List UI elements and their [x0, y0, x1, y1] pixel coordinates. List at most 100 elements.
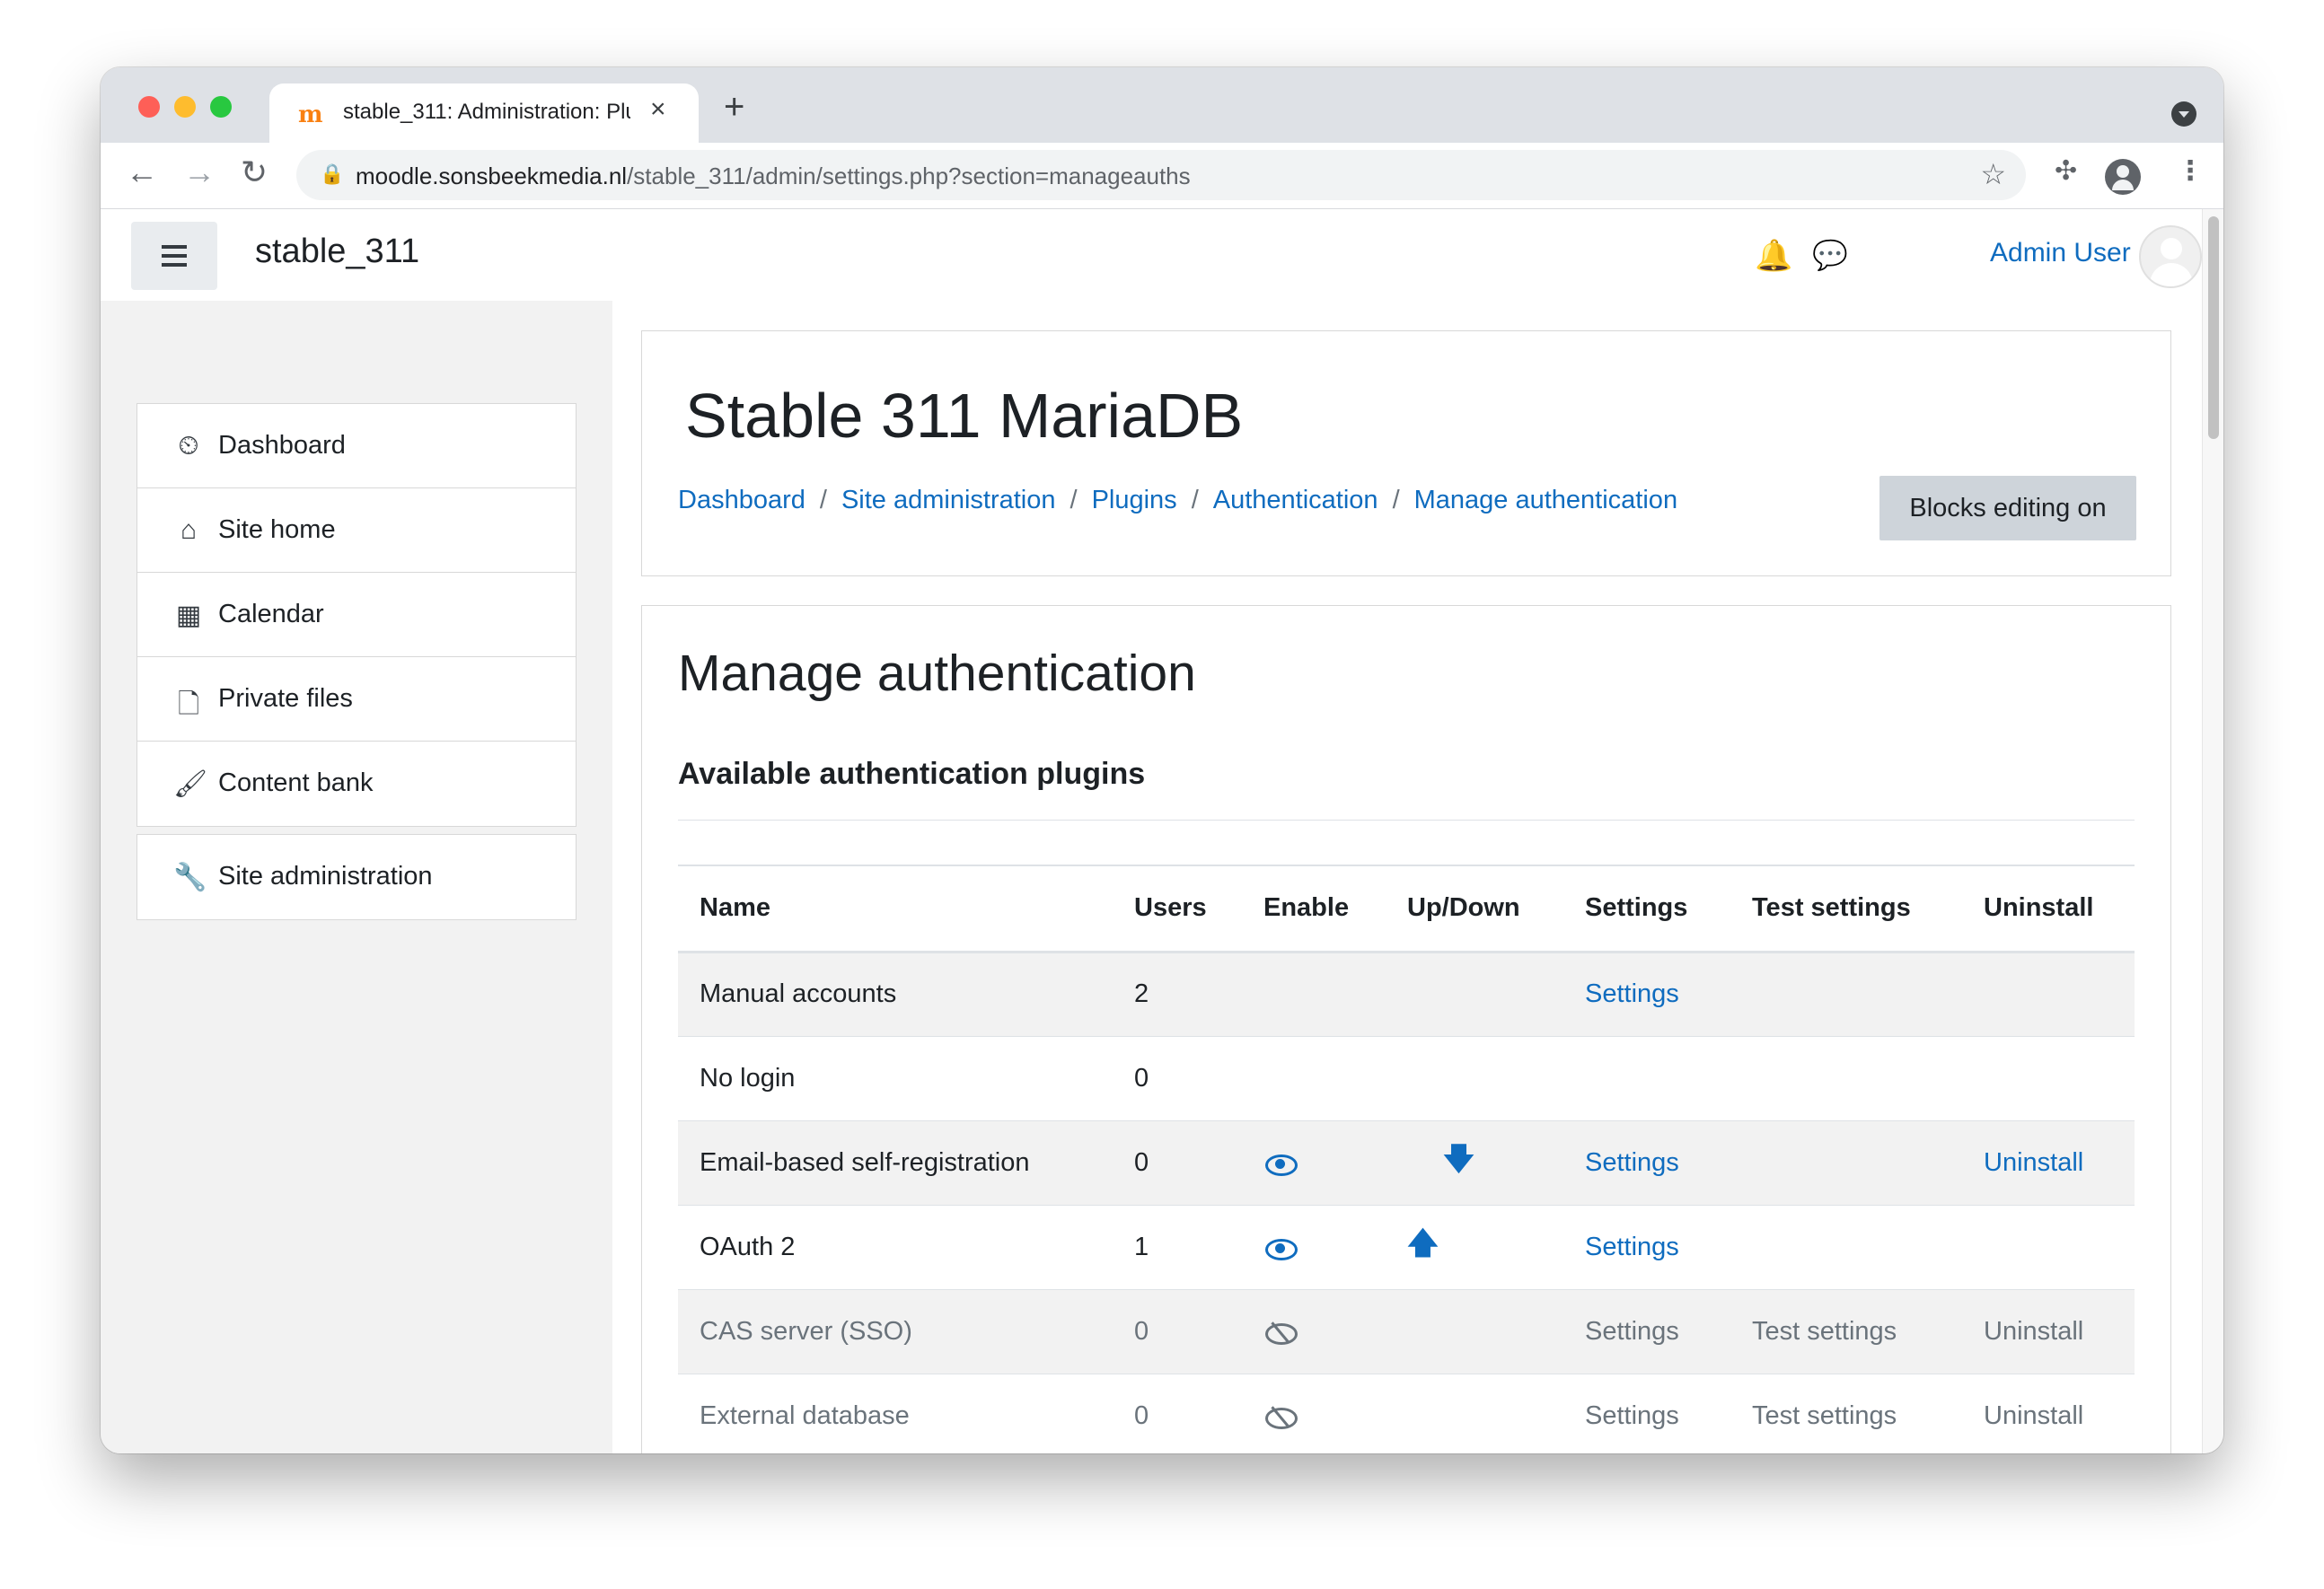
plugin-uninstall [1962, 951, 2135, 1036]
table-row: OAuth 2 1 🡅 Settings [678, 1204, 2135, 1289]
uninstall-link[interactable]: Uninstall [1984, 1317, 2083, 1346]
scrollbar-thumb[interactable] [2208, 216, 2219, 439]
browser-toolbar: ← → ↻ 🔒 moodle.sonsbeekmedia.nl/stable_3… [101, 143, 2223, 209]
settings-link[interactable]: Settings [1585, 979, 1679, 1008]
plugin-updown [1386, 1373, 1563, 1453]
url-text[interactable]: moodle.sonsbeekmedia.nl/stable_311/admin… [356, 162, 1191, 190]
bookmark-star-icon[interactable]: ☆ [1980, 157, 2006, 191]
plugin-name: Manual accounts [678, 951, 1113, 1036]
breadcrumb-plugins[interactable]: Plugins [1092, 486, 1177, 514]
sidebar-item-label: Site home [218, 515, 336, 544]
eye-icon[interactable] [1265, 1154, 1298, 1176]
sidebar-item-label: Dashboard [218, 431, 346, 460]
plugin-uninstall [1962, 1204, 2135, 1289]
back-arrow-icon[interactable]: ← [126, 154, 158, 191]
browser-menu-icon[interactable]: ⋮ [2177, 155, 2204, 187]
test-settings-link[interactable]: Test settings [1752, 1401, 1897, 1430]
table-row: Manual accounts 2 Settings [678, 951, 2135, 1036]
plugin-updown [1386, 1288, 1563, 1374]
breadcrumb-site-administration[interactable]: Site administration [841, 486, 1056, 514]
messages-chat-icon[interactable]: 💬 [1812, 238, 1848, 272]
plugin-enable [1242, 951, 1386, 1036]
table-row: No login 0 [678, 1035, 2135, 1120]
plugin-settings [1563, 1035, 1730, 1120]
minimize-window-button[interactable] [174, 96, 196, 118]
browser-tab[interactable]: m stable_311: Administration: Plugins × [269, 83, 699, 143]
forward-arrow-icon[interactable]: → [183, 154, 216, 191]
notification-bell-icon[interactable]: 🔔 [1755, 238, 1792, 274]
eye-slash-icon[interactable] [1265, 1322, 1298, 1345]
arrow-up-icon[interactable]: 🡅 [1407, 1226, 1439, 1260]
sidebar-item-private-files[interactable]: 🗋 Private files [137, 657, 576, 742]
page-scrollbar[interactable] [2202, 209, 2223, 1453]
breadcrumb-authentication[interactable]: Authentication [1213, 486, 1378, 514]
extensions-puzzle-icon[interactable]: ✣ [2055, 155, 2077, 187]
plugin-users: 0 [1113, 1373, 1242, 1453]
drawer-toggle-button[interactable] [131, 222, 217, 290]
plugin-users: 1 [1113, 1204, 1242, 1289]
blocks-editing-button[interactable]: Blocks editing on [1879, 476, 2136, 540]
breadcrumb-manage-authentication[interactable]: Manage authentication [1414, 486, 1677, 514]
avatar[interactable] [2139, 225, 2202, 288]
plugin-users: 0 [1113, 1288, 1242, 1374]
wrench-icon: 🔧 [173, 863, 207, 892]
reload-icon[interactable]: ↻ [241, 154, 268, 191]
table-row: CAS server (SSO) 0 Settings Test setting… [678, 1288, 2135, 1374]
nav-drawer: ⏲ Dashboard ⌂ Site home ▦ Calendar 🗋 Pri… [101, 301, 612, 1453]
column-header-enable: Enable [1242, 865, 1386, 953]
plugin-updown [1386, 1035, 1563, 1120]
settings-link[interactable]: Settings [1585, 1401, 1679, 1430]
column-header-name: Name [678, 865, 1113, 953]
column-header-test-settings: Test settings [1730, 865, 1962, 953]
table-row: Email-based self-registration 0 🡇 Settin… [678, 1119, 2135, 1205]
tab-strip: m stable_311: Administration: Plugins × … [101, 67, 2223, 143]
user-menu-name[interactable]: Admin User [1990, 238, 2131, 268]
plugin-users: 0 [1113, 1119, 1242, 1205]
new-tab-button[interactable]: + [724, 87, 744, 127]
calendar-icon: ▦ [175, 601, 202, 630]
site-name[interactable]: stable_311 [255, 233, 419, 271]
sidebar-item-label: Site administration [218, 862, 433, 891]
arrow-down-icon[interactable]: 🡇 [1443, 1142, 1475, 1176]
sidebar-item-calendar[interactable]: ▦ Calendar [137, 573, 576, 657]
settings-link[interactable]: Settings [1585, 1148, 1679, 1177]
lock-icon[interactable]: 🔒 [320, 162, 344, 186]
manage-auth-section: Manage authentication Available authenti… [641, 605, 2171, 1453]
sidebar-item-dashboard[interactable]: ⏲ Dashboard [137, 404, 576, 488]
tab-close-icon[interactable]: × [650, 94, 666, 125]
plugin-users: 0 [1113, 1035, 1242, 1120]
maximize-window-button[interactable] [210, 96, 232, 118]
eye-icon[interactable] [1265, 1238, 1298, 1260]
auth-plugins-table: Name Users Enable Up/Down Settings Test … [678, 865, 2135, 1453]
section-title: Manage authentication [678, 645, 1196, 702]
browser-profile-icon[interactable] [2105, 159, 2141, 195]
breadcrumb-dashboard[interactable]: Dashboard [678, 486, 805, 514]
sidebar-item-site-administration[interactable]: 🔧 Site administration [137, 835, 576, 919]
sidebar-item-label: Calendar [218, 600, 324, 628]
file-icon: 🗋 [177, 689, 200, 719]
moodle-navbar: stable_311 🔔 💬 Admin User [101, 209, 2202, 301]
plugin-test [1730, 951, 1962, 1036]
settings-link[interactable]: Settings [1585, 1317, 1679, 1346]
sidebar-item-site-home[interactable]: ⌂ Site home [137, 488, 576, 573]
address-bar[interactable]: 🔒 moodle.sonsbeekmedia.nl/stable_311/adm… [296, 150, 2026, 200]
plugin-updown [1386, 951, 1563, 1036]
browser-window: m stable_311: Administration: Plugins × … [101, 67, 2223, 1453]
test-settings-link[interactable]: Test settings [1752, 1317, 1897, 1346]
table-row: External database 0 Settings Test settin… [678, 1373, 2135, 1453]
close-window-button[interactable] [138, 96, 160, 118]
sidebar-item-content-bank[interactable]: 🖌 Content bank [137, 742, 576, 826]
dashboard-icon: ⏲ [178, 431, 199, 461]
uninstall-link[interactable]: Uninstall [1984, 1148, 2083, 1177]
column-header-updown: Up/Down [1386, 865, 1563, 953]
eye-slash-icon[interactable] [1265, 1408, 1298, 1430]
column-header-settings: Settings [1563, 865, 1730, 953]
plugin-enable [1242, 1035, 1386, 1120]
settings-link[interactable]: Settings [1585, 1233, 1679, 1261]
uninstall-link[interactable]: Uninstall [1984, 1401, 2083, 1430]
tab-search-icon[interactable] [2171, 101, 2196, 127]
divider [678, 820, 2135, 821]
plugin-test [1730, 1119, 1962, 1205]
plugin-test [1730, 1035, 1962, 1120]
plugin-uninstall [1962, 1035, 2135, 1120]
